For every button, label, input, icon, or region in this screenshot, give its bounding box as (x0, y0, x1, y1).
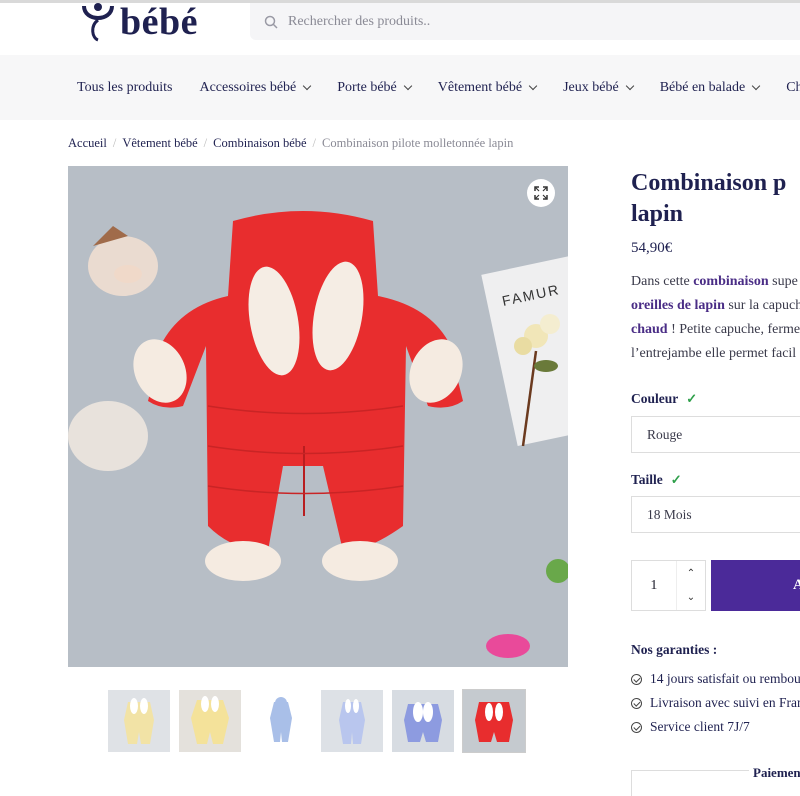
desc-text: Dans cette (631, 274, 694, 289)
size-label: Taille ✓ (631, 472, 682, 488)
payment-label: Paiement (749, 765, 800, 781)
add-to-cart-button[interactable]: A (711, 560, 800, 611)
zoom-button[interactable] (527, 179, 555, 207)
nav-item-stroll[interactable]: Bébé en balade (659, 79, 761, 96)
product-description: Dans cette combinaison supe oreilles de … (631, 270, 800, 366)
expand-icon (534, 186, 548, 200)
thumbnail-yellow-2[interactable] (179, 690, 241, 752)
quantity-input[interactable]: 1 (632, 561, 676, 610)
desc-text: supe (768, 274, 798, 289)
thumbnail-red[interactable] (462, 689, 526, 753)
thumbnail-yellow-1[interactable] (108, 690, 170, 752)
search-icon (264, 15, 278, 29)
breadcrumb-onesie[interactable]: Combinaison bébé (213, 136, 306, 151)
thumbnail-blue-3[interactable] (392, 690, 454, 752)
nav-label: Tous les produits (77, 79, 173, 95)
guarantee-item: 14 jours satisfait ou rembou (631, 671, 800, 687)
check-circle-icon (631, 673, 642, 685)
product-photo: FAMUR (68, 166, 568, 667)
nav-item-baby-carrier[interactable]: Porte bébé (337, 79, 412, 96)
thumbnail-blue-2[interactable] (321, 690, 383, 752)
guarantee-item: Service client 7J/7 (631, 719, 750, 735)
check-icon: ✓ (686, 391, 698, 406)
color-label-text: Couleur (631, 391, 679, 406)
nav-label: Jeux bébé (563, 79, 619, 95)
chevron-up-icon: ⌃ (686, 567, 696, 579)
chevron-down-icon (303, 81, 312, 90)
breadcrumb: Accueil / Vêtement bébé / Combinaison bébé… (68, 136, 514, 151)
check-circle-icon (631, 697, 642, 709)
nav-item-more[interactable]: Ch (786, 80, 800, 96)
guarantee-text: Livraison avec suivi en Fran (650, 695, 800, 710)
main-nav: Tous les produits Accessoires bébé Porte… (0, 55, 800, 120)
chevron-down-icon (625, 81, 634, 90)
quantity-arrows: ⌃ ⌄ (675, 561, 705, 611)
check-icon: ✓ (670, 472, 682, 487)
logo[interactable]: bébé (80, 0, 198, 47)
desc-text: sur la capuch (724, 298, 800, 313)
breadcrumb-current: Combinaison pilote molletonnée lapin (322, 136, 514, 150)
nav-item-all-products[interactable]: Tous les produits (77, 80, 172, 96)
desc-bold: oreilles de lapin (631, 298, 725, 313)
nav-label: Bébé en balade (659, 79, 746, 95)
product-title-line1: Combinaison p (631, 170, 787, 196)
breadcrumb-clothing[interactable]: Vêtement bébé (122, 136, 197, 151)
product-title: Combinaison p lapin (631, 168, 800, 230)
desc-text: l’entrejambe elle permet facil (631, 346, 797, 361)
logo-text: bébé (120, 1, 198, 43)
increase-button[interactable]: ⌃ (677, 561, 705, 586)
nav-item-clothing[interactable]: Vêtement bébé (437, 79, 538, 96)
nav-label: Porte bébé (337, 79, 397, 95)
chevron-down-icon: ⌄ (686, 592, 696, 604)
baby-logo-icon (82, 3, 114, 42)
chevron-down-icon (751, 81, 761, 90)
search-input[interactable] (288, 13, 688, 30)
decrease-button[interactable]: ⌄ (677, 586, 705, 611)
quantity-stepper: 1 ⌃ ⌄ (631, 560, 706, 611)
breadcrumb-home[interactable]: Accueil (68, 136, 107, 151)
nav-label: Accessoires bébé (199, 79, 297, 95)
thumbnail-blue-1[interactable] (250, 690, 312, 752)
chevron-down-icon (403, 81, 412, 90)
color-label: Couleur ✓ (631, 391, 697, 407)
color-select[interactable]: Rouge (631, 416, 800, 453)
nav-label: Ch (786, 79, 800, 95)
size-select[interactable]: 18 Mois (631, 496, 800, 533)
nav-item-games[interactable]: Jeux bébé (563, 79, 634, 96)
product-price: 54,90€ (631, 240, 673, 256)
guarantee-text: Service client 7J/7 (650, 719, 750, 734)
nav-label: Vêtement bébé (437, 79, 523, 95)
product-title-line2: lapin (631, 201, 684, 227)
size-label-text: Taille (631, 472, 663, 487)
desc-bold: combinaison (693, 274, 769, 289)
guarantees-title: Nos garanties : (631, 642, 718, 657)
nav-item-accessories[interactable]: Accessoires bébé (199, 79, 312, 96)
product-main-image[interactable]: FAMUR (68, 166, 568, 667)
guarantee-item: Livraison avec suivi en Fran (631, 695, 800, 711)
search-bar[interactable] (250, 3, 800, 40)
check-circle-icon (631, 721, 642, 733)
guarantee-text: 14 jours satisfait ou rembou (650, 671, 800, 686)
header: bébé (0, 0, 800, 55)
desc-bold: chaud (631, 322, 668, 337)
thumbnail-strip (108, 689, 526, 753)
desc-text: ! Petite capuche, ferme (667, 322, 800, 337)
chevron-down-icon (528, 81, 538, 90)
